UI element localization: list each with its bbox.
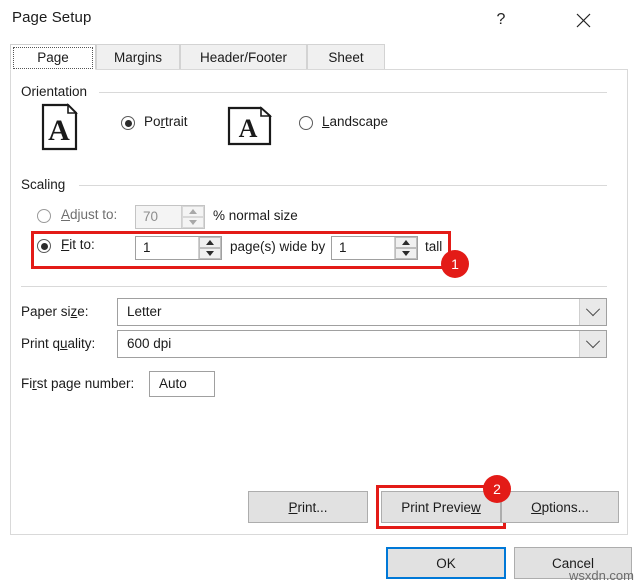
pages-tall-value: 1 xyxy=(339,240,347,255)
pages-tall-spin-down[interactable] xyxy=(395,248,417,259)
svg-text:A: A xyxy=(239,114,258,143)
adjust-to-spin-down[interactable] xyxy=(182,217,204,228)
triangle-down-icon xyxy=(189,220,197,225)
portrait-page-icon: A xyxy=(41,103,79,151)
tab-focus-outline xyxy=(13,47,93,69)
triangle-up-icon xyxy=(206,240,214,245)
portrait-radio-dot xyxy=(124,119,132,127)
close-icon xyxy=(576,13,590,27)
fit-to-middle-text: page(s) wide by xyxy=(230,239,326,254)
landscape-page-icon: A xyxy=(227,106,273,146)
page-tab-panel: Orientation A Portrait A Landscape Scali… xyxy=(10,69,628,535)
pages-tall-spin-buttons xyxy=(394,237,417,259)
paper-size-label: Paper size: xyxy=(21,304,89,319)
page-setup-dialog: Page Setup ? Page Margins Header/Footer … xyxy=(0,0,638,585)
pages-wide-spin-buttons xyxy=(198,237,221,259)
print-quality-value: 600 dpi xyxy=(127,336,172,351)
pages-tall-spinner[interactable]: 1 xyxy=(331,236,418,260)
triangle-up-icon xyxy=(189,209,197,214)
triangle-up-icon xyxy=(402,240,410,245)
first-page-number-value: Auto xyxy=(159,376,187,391)
fit-to-label: Fit to: xyxy=(61,237,95,252)
svg-text:A: A xyxy=(48,114,70,147)
adjust-to-suffix: % normal size xyxy=(213,208,298,223)
help-button[interactable]: ? xyxy=(478,0,524,40)
landscape-radio[interactable] xyxy=(299,116,313,130)
adjust-to-spin-up[interactable] xyxy=(182,206,204,217)
adjust-to-label: Adjust to: xyxy=(61,207,118,222)
adjust-to-value: 70 xyxy=(143,209,159,224)
tab-header-footer-label: Header/Footer xyxy=(199,50,288,65)
portrait-radio[interactable] xyxy=(121,116,135,130)
print-quality-label: Print quality: xyxy=(21,336,96,351)
fit-to-radio-dot xyxy=(40,242,48,250)
annotation-badge-2: 2 xyxy=(483,475,511,503)
scaling-bottom-divider xyxy=(21,286,607,287)
adjust-to-radio[interactable] xyxy=(37,209,51,223)
annotation-badge-1-number: 1 xyxy=(451,256,459,272)
ok-button[interactable]: OK xyxy=(386,547,506,579)
print-preview-button[interactable]: Print Preview xyxy=(381,491,501,523)
portrait-label: Portrait xyxy=(144,114,188,129)
question-mark-icon: ? xyxy=(496,11,506,28)
paper-size-value: Letter xyxy=(127,304,162,319)
landscape-label: Landscape xyxy=(322,114,389,129)
annotation-badge-2-number: 2 xyxy=(493,481,501,497)
paper-size-combobox[interactable]: Letter xyxy=(117,298,607,326)
options-button-label: Options... xyxy=(531,499,589,515)
tab-header-footer[interactable]: Header/Footer xyxy=(180,44,307,70)
tab-page[interactable]: Page xyxy=(10,44,96,70)
print-button-label: Print... xyxy=(288,499,328,515)
close-button[interactable] xyxy=(560,0,606,40)
tab-strip: Page Margins Header/Footer Sheet xyxy=(10,44,628,70)
tab-sheet-label: Sheet xyxy=(328,50,364,65)
orientation-group-label: Orientation xyxy=(21,84,94,99)
pages-wide-spin-up[interactable] xyxy=(199,237,221,248)
site-watermark: wsxdn.com xyxy=(568,568,634,583)
pages-wide-spin-down[interactable] xyxy=(199,248,221,259)
ok-button-label: OK xyxy=(436,555,456,571)
orientation-group-divider xyxy=(99,92,607,93)
scaling-group-divider xyxy=(79,185,607,186)
triangle-down-icon xyxy=(206,251,214,256)
tab-margins-label: Margins xyxy=(113,50,162,65)
print-button[interactable]: Print... xyxy=(248,491,368,523)
print-quality-dropdown-button[interactable] xyxy=(579,331,606,357)
first-page-number-label: First page number: xyxy=(21,376,135,391)
print-quality-combobox[interactable]: 600 dpi xyxy=(117,330,607,358)
scaling-group-label: Scaling xyxy=(21,177,72,192)
chevron-down-icon xyxy=(585,334,601,349)
window-title: Page Setup xyxy=(12,9,92,26)
triangle-down-icon xyxy=(402,251,410,256)
pages-wide-value: 1 xyxy=(143,240,151,255)
options-button[interactable]: Options... xyxy=(501,491,619,523)
tab-margins[interactable]: Margins xyxy=(96,44,180,70)
tab-sheet[interactable]: Sheet xyxy=(307,44,385,70)
adjust-to-spinner[interactable]: 70 xyxy=(135,205,205,229)
first-page-number-input[interactable]: Auto xyxy=(149,371,215,397)
print-preview-button-label: Print Preview xyxy=(401,499,481,515)
pages-tall-spin-up[interactable] xyxy=(395,237,417,248)
chevron-down-icon xyxy=(585,302,601,317)
fit-to-radio[interactable] xyxy=(37,239,51,253)
paper-size-dropdown-button[interactable] xyxy=(579,299,606,325)
pages-wide-spinner[interactable]: 1 xyxy=(135,236,222,260)
fit-to-suffix: tall xyxy=(425,239,443,254)
title-bar: Page Setup ? xyxy=(0,0,638,40)
annotation-badge-1: 1 xyxy=(441,250,469,278)
adjust-to-spin-buttons xyxy=(181,206,204,228)
